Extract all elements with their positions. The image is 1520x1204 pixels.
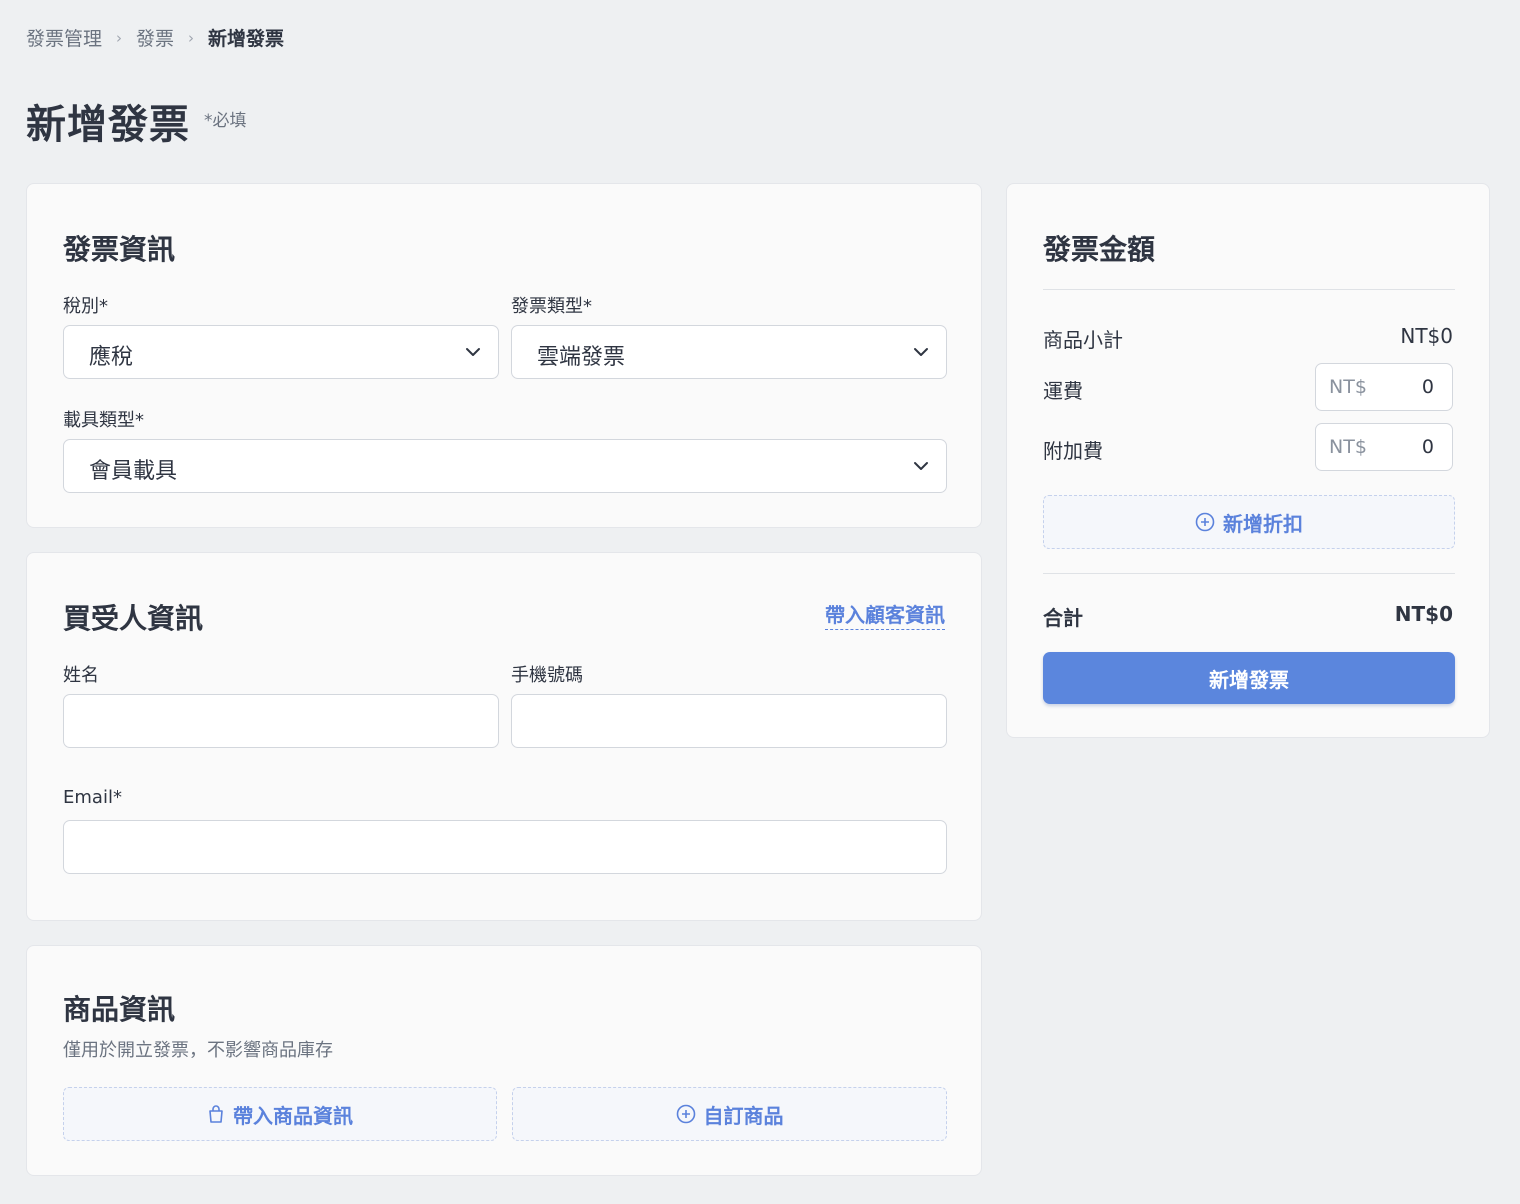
- invoice-amount-card: 發票金額 商品小計 NT$0 運費 NT$ 0 附加費 NT$ 0 新增折扣 合…: [1006, 183, 1490, 738]
- divider: [1043, 289, 1455, 290]
- page-title: 新增發票: [26, 102, 190, 148]
- plus-circle-icon: [676, 1104, 695, 1124]
- breadcrumb: 發票管理 › 發票 › 新增發票: [26, 24, 284, 51]
- custom-product-button[interactable]: 自訂商品: [512, 1087, 947, 1141]
- shipping-label: 運費: [1043, 379, 1083, 403]
- chevron-down-icon: [914, 348, 928, 356]
- add-discount-label: 新增折扣: [1223, 511, 1303, 536]
- name-field[interactable]: [63, 694, 499, 748]
- tax-type-value: 應稅: [89, 345, 134, 370]
- buyer-info-card: 買受人資訊 帶入顧客資訊 姓名 手機號碼 Email*: [26, 552, 982, 921]
- name-input[interactable]: [64, 695, 498, 747]
- subtotal-value: NT$0: [1400, 324, 1453, 348]
- shipping-value: 0: [1421, 376, 1434, 398]
- invoice-info-title: 發票資訊: [63, 233, 176, 266]
- name-label: 姓名: [63, 665, 99, 686]
- surcharge-value: 0: [1421, 436, 1434, 458]
- carrier-type-label: 載具類型*: [63, 410, 144, 431]
- chevron-down-icon: [914, 462, 928, 470]
- tax-type-label: 稅別*: [63, 296, 108, 317]
- create-invoice-button[interactable]: 新增發票: [1043, 652, 1455, 704]
- shipping-currency-prefix: NT$: [1329, 376, 1367, 398]
- surcharge-label: 附加費: [1043, 439, 1103, 463]
- invoice-type-value: 雲端發票: [537, 345, 626, 370]
- breadcrumb-current: 新增發票: [208, 28, 285, 50]
- surcharge-input[interactable]: NT$ 0: [1315, 423, 1453, 471]
- import-product-label: 帶入商品資訊: [233, 1103, 353, 1128]
- product-info-card: 商品資訊 僅用於開立發票，不影響商品庫存 帶入商品資訊 自訂商品: [26, 945, 982, 1176]
- phone-input[interactable]: [512, 695, 946, 747]
- product-info-title: 商品資訊: [63, 993, 176, 1026]
- carrier-type-value: 會員載具: [89, 459, 178, 484]
- invoice-amount-title: 發票金額: [1043, 233, 1156, 266]
- invoice-type-label: 發票類型*: [511, 296, 592, 317]
- phone-field[interactable]: [511, 694, 947, 748]
- buyer-info-title: 買受人資訊: [63, 602, 204, 635]
- carrier-type-select[interactable]: 會員載具: [63, 439, 947, 493]
- divider: [1043, 573, 1455, 574]
- breadcrumb-invoice-management[interactable]: 發票管理: [26, 24, 102, 51]
- create-invoice-label: 新增發票: [1209, 667, 1289, 692]
- custom-product-label: 自訂商品: [703, 1103, 784, 1128]
- shipping-input[interactable]: NT$ 0: [1315, 363, 1453, 411]
- surcharge-currency-prefix: NT$: [1329, 436, 1367, 458]
- tax-type-select[interactable]: 應稅: [63, 325, 499, 379]
- invoice-type-select[interactable]: 雲端發票: [511, 325, 947, 379]
- chevron-right-icon: ›: [188, 28, 195, 47]
- phone-label: 手機號碼: [511, 665, 583, 686]
- add-discount-button[interactable]: 新增折扣: [1043, 495, 1455, 549]
- product-info-subtitle: 僅用於開立發票，不影響商品庫存: [63, 1040, 333, 1061]
- chevron-right-icon: ›: [116, 28, 123, 47]
- breadcrumb-invoices[interactable]: 發票: [136, 24, 174, 51]
- import-customer-link[interactable]: 帶入顧客資訊: [825, 599, 945, 630]
- plus-circle-icon: [1195, 512, 1215, 532]
- email-field[interactable]: [63, 820, 947, 874]
- required-note: *必填: [204, 111, 247, 131]
- invoice-info-card: 發票資訊 稅別* 應稅 發票類型* 雲端發票 載具類型* 會員載具: [26, 183, 982, 528]
- subtotal-label: 商品小計: [1043, 328, 1123, 352]
- total-value: NT$0: [1394, 602, 1453, 626]
- import-product-button[interactable]: 帶入商品資訊: [63, 1087, 497, 1141]
- chevron-down-icon: [466, 348, 480, 356]
- page-header: 新增發票 *必填: [26, 92, 247, 150]
- email-input[interactable]: [64, 821, 946, 873]
- total-label: 合計: [1043, 606, 1083, 630]
- email-label: Email*: [63, 787, 122, 808]
- shopping-bag-icon: [209, 1105, 223, 1123]
